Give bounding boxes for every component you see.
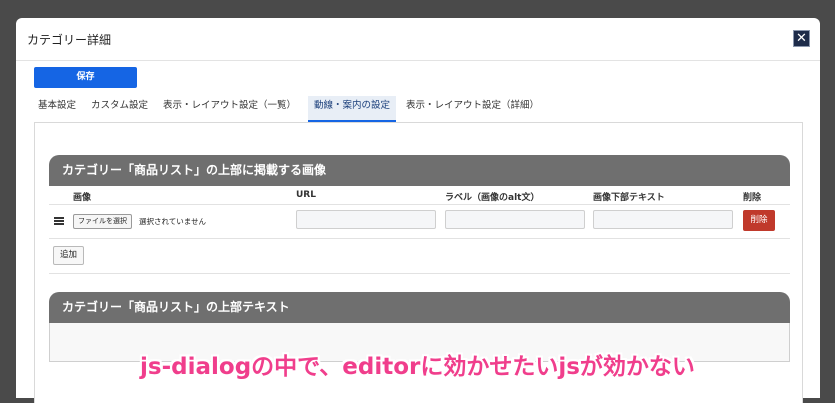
url-input[interactable]	[296, 210, 436, 229]
tab-layout-list[interactable]: 表示・レイアウト設定（一覧）	[163, 96, 296, 120]
file-select-button[interactable]: ファイルを選択	[73, 214, 132, 229]
file-status: 選択されていません	[139, 217, 207, 226]
dialog-title: カテゴリー詳細	[27, 33, 112, 47]
table-row: ファイルを選択 選択されていません 削除	[49, 205, 790, 239]
dialog-header: カテゴリー詳細 ✕	[16, 18, 820, 61]
images-section: カテゴリー「商品リスト」の上部に掲載する画像 画像 URL ラベル（画像のalt…	[49, 155, 790, 274]
text-section-title: カテゴリー「商品リスト」の上部テキスト	[49, 292, 790, 323]
col-caption: 画像下部テキスト	[593, 193, 665, 203]
drag-handle-icon[interactable]	[54, 217, 64, 225]
tab-custom[interactable]: カスタム設定	[91, 96, 148, 120]
tab-navigation[interactable]: 動線・案内の設定	[308, 96, 397, 122]
image-caption-input[interactable]	[593, 210, 733, 229]
images-table-header: 画像 URL ラベル（画像のalt文） 画像下部テキスト 削除	[49, 186, 790, 205]
col-image: 画像	[73, 193, 92, 203]
overlay-caption: js-dialogの中で、editorに効かせたいjsが効かない	[140, 354, 695, 380]
tab-basic[interactable]: 基本設定	[38, 96, 76, 120]
category-detail-dialog: カテゴリー詳細 ✕ 保存 基本設定 カスタム設定 表示・レイアウト設定（一覧） …	[16, 18, 820, 403]
close-icon[interactable]: ✕	[793, 30, 810, 47]
save-button[interactable]: 保存	[34, 67, 137, 88]
images-section-title: カテゴリー「商品リスト」の上部に掲載する画像	[49, 155, 790, 186]
col-label: ラベル（画像のalt文）	[445, 193, 540, 203]
add-button[interactable]: 追加	[53, 246, 84, 265]
alt-label-input[interactable]	[445, 210, 585, 229]
tab-layout-detail[interactable]: 表示・レイアウト設定（詳細）	[406, 96, 539, 120]
col-delete: 削除	[743, 193, 762, 203]
add-row: 追加	[49, 239, 790, 274]
delete-button[interactable]: 削除	[743, 210, 775, 231]
col-url: URL	[296, 190, 316, 200]
